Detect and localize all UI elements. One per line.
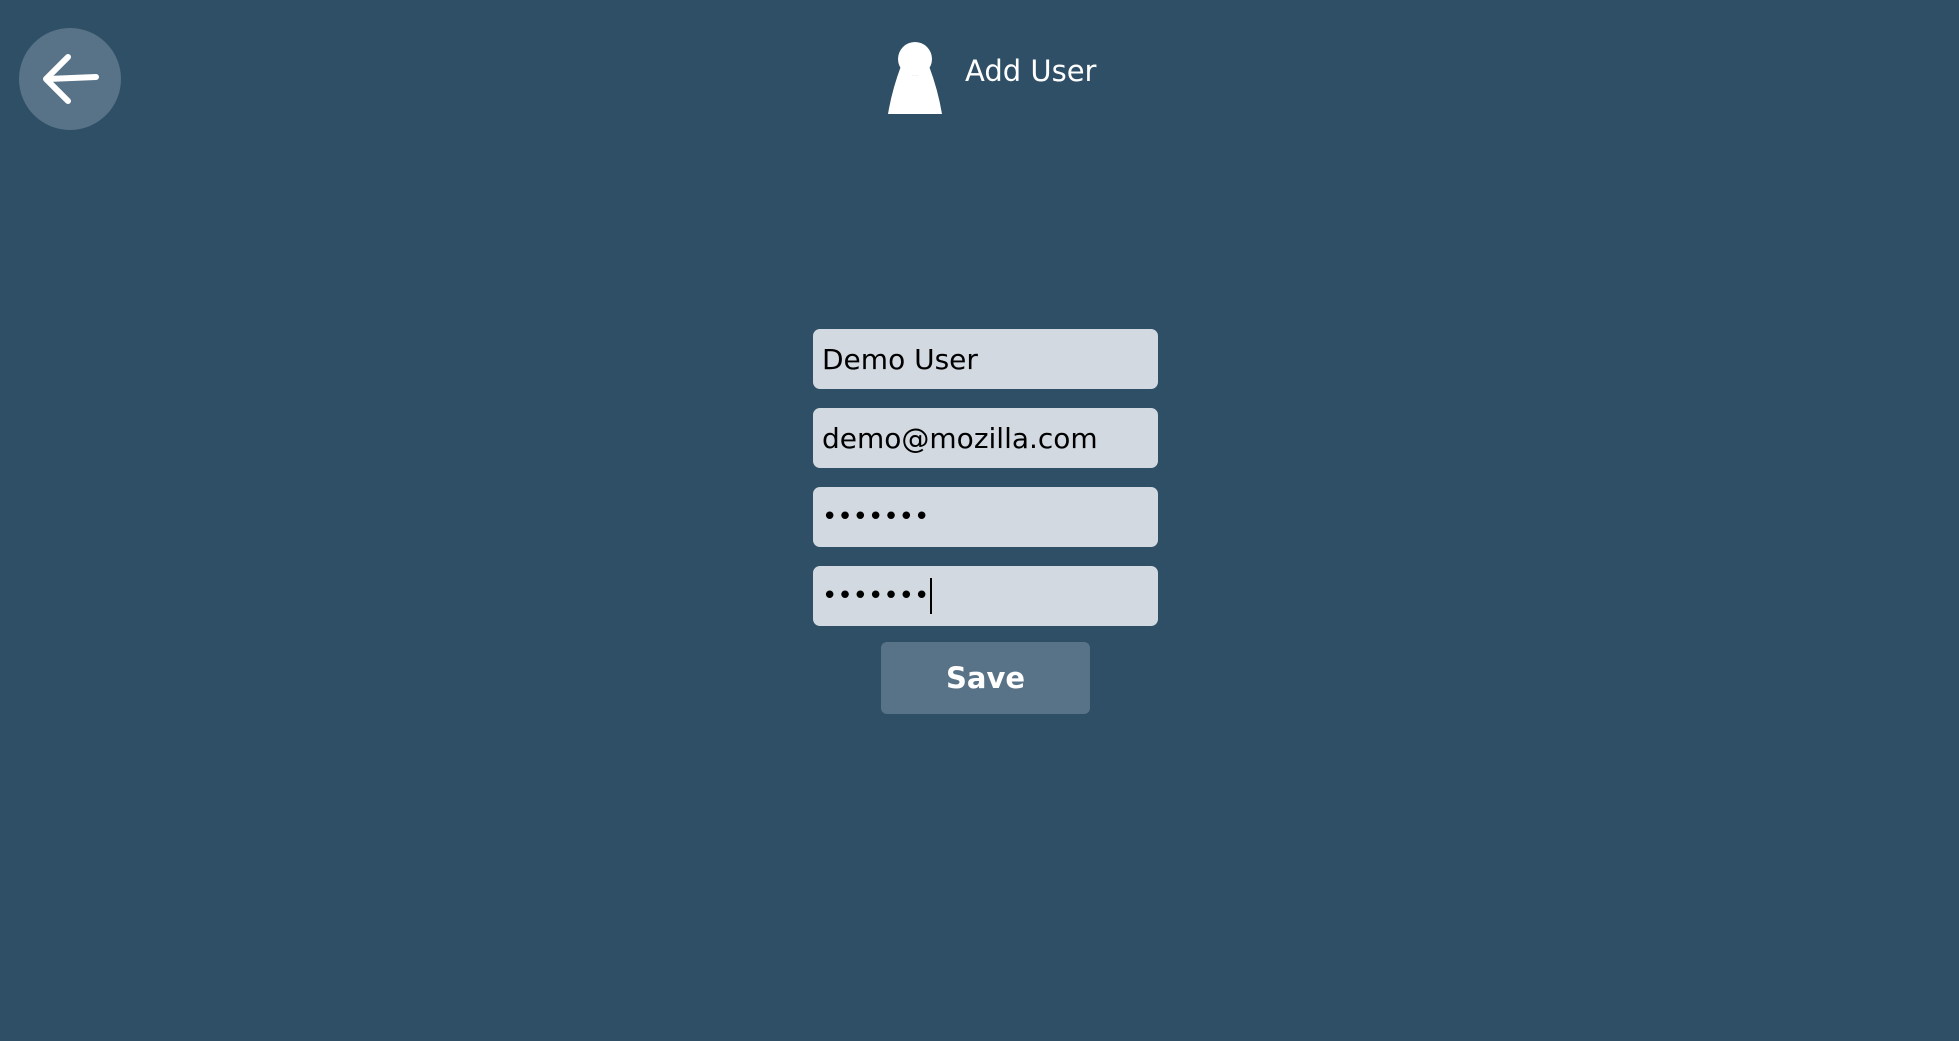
text-caret <box>930 578 933 614</box>
password-field[interactable]: ••••••• <box>813 487 1158 547</box>
arrow-left-icon <box>43 54 99 104</box>
back-button[interactable] <box>19 28 121 130</box>
confirm-password-field[interactable]: ••••••• <box>813 566 1158 626</box>
page-title: Add User <box>965 53 1097 88</box>
user-icon <box>888 42 942 114</box>
name-field[interactable] <box>813 329 1158 389</box>
password-value: ••••••• <box>822 502 930 532</box>
email-field[interactable] <box>813 408 1158 468</box>
page-header: Add User <box>888 42 1096 114</box>
save-button[interactable]: Save <box>881 642 1090 714</box>
confirm-password-value: ••••••• <box>822 581 930 611</box>
add-user-form: ••••••• ••••••• <box>813 329 1158 645</box>
